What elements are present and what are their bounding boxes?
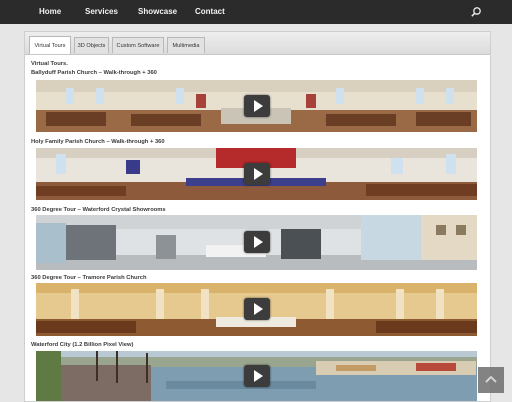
content-panel: Virtual Tours 3D Objects Custom Software… bbox=[24, 31, 491, 402]
section-heading: Virtual Tours. bbox=[31, 61, 68, 67]
tab-bar: Virtual Tours 3D Objects Custom Software… bbox=[25, 32, 490, 55]
scroll-to-top-icon bbox=[485, 375, 497, 383]
play-button[interactable] bbox=[244, 365, 270, 387]
nav-home[interactable]: Home bbox=[39, 7, 61, 16]
play-icon bbox=[254, 168, 263, 180]
play-icon bbox=[254, 370, 263, 382]
nav-showcase[interactable]: Showcase bbox=[138, 7, 177, 16]
tour-panorama-thumbnail[interactable] bbox=[36, 283, 477, 336]
play-icon bbox=[254, 100, 263, 112]
tab-custom-software[interactable]: Custom Software bbox=[112, 37, 164, 53]
tour-panorama-thumbnail[interactable] bbox=[36, 215, 477, 270]
play-button[interactable] bbox=[244, 163, 270, 185]
tour-title[interactable]: 360 Degree Tour – Waterford Crystal Show… bbox=[31, 207, 166, 213]
tour-title[interactable]: 360 Degree Tour – Tramore Parish Church bbox=[31, 275, 147, 281]
top-navigation-bar: Home Services Showcase Contact bbox=[0, 0, 512, 24]
nav-contact[interactable]: Contact bbox=[195, 7, 225, 16]
tab-multimedia[interactable]: Multimedia bbox=[167, 37, 205, 53]
nav-services[interactable]: Services bbox=[85, 7, 118, 16]
play-button[interactable] bbox=[244, 95, 270, 117]
scroll-to-top-button[interactable] bbox=[478, 367, 504, 393]
tab-virtual-tours[interactable]: Virtual Tours bbox=[29, 36, 71, 54]
search-icon[interactable] bbox=[470, 6, 482, 18]
play-button[interactable] bbox=[244, 298, 270, 320]
tour-title[interactable]: Ballyduff Parish Church – Walk-through +… bbox=[31, 70, 157, 76]
tour-title[interactable]: Waterford City (1.2 Billion Pixel View) bbox=[31, 342, 133, 348]
tour-panorama-thumbnail[interactable] bbox=[36, 351, 477, 401]
play-icon bbox=[254, 303, 263, 315]
play-button[interactable] bbox=[244, 231, 270, 253]
play-icon bbox=[254, 236, 263, 248]
tour-panorama-thumbnail[interactable] bbox=[36, 80, 477, 132]
tour-panorama-thumbnail[interactable] bbox=[36, 148, 477, 200]
tab-3d-objects[interactable]: 3D Objects bbox=[74, 37, 109, 53]
tour-title[interactable]: Holy Family Parish Church – Walk-through… bbox=[31, 139, 165, 145]
